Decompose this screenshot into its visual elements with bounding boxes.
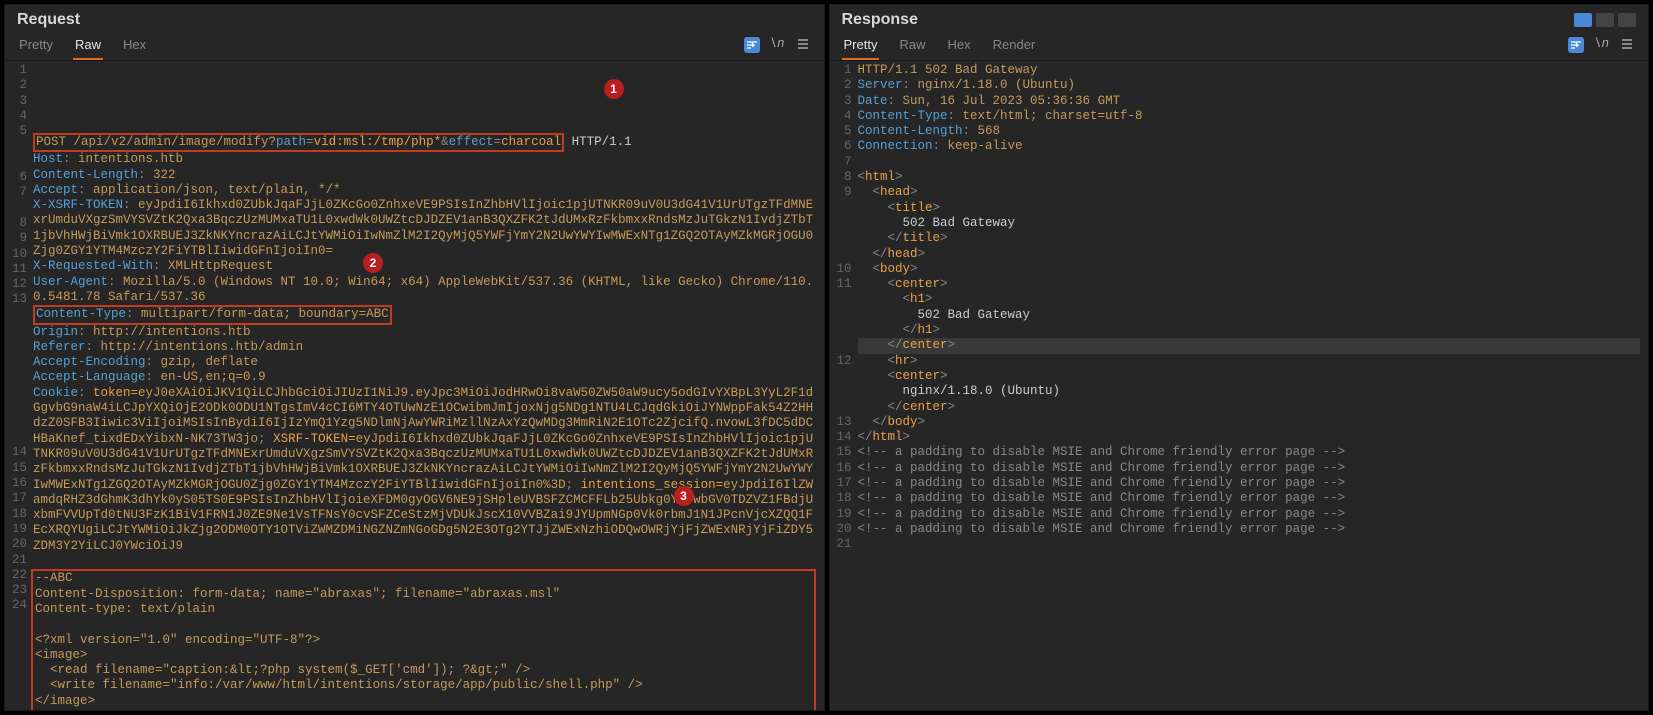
annotation-badge-2: 2 — [363, 253, 383, 273]
response-panel: Response Pretty Raw Hex Render \n 123456789… — [829, 4, 1650, 711]
response-tools: \n — [1568, 37, 1636, 57]
request-gutter: 123456789101112131415161718192021222324 — [5, 61, 33, 710]
request-code[interactable]: 1 2 3 POST /api/v2/admin/image/modify?pa… — [33, 61, 824, 710]
request-panel: Request Pretty Raw Hex \n 1234567891011121… — [4, 4, 825, 711]
app-root: Request Pretty Raw Hex \n 1234567891011121… — [0, 0, 1653, 715]
annotation-badge-1: 1 — [604, 79, 624, 99]
tab-raw[interactable]: Raw — [897, 33, 927, 60]
menu-icon[interactable] — [1620, 37, 1636, 53]
request-tab-list: Pretty Raw Hex — [17, 33, 148, 60]
menu-icon[interactable] — [796, 37, 812, 53]
layout-rows-icon[interactable] — [1596, 13, 1614, 27]
request-header: Request — [5, 5, 824, 29]
response-title: Response — [842, 11, 918, 29]
response-code[interactable]: HTTP/1.1 502 Bad GatewayServer: nginx/1.… — [858, 61, 1649, 710]
wrap-icon[interactable] — [1568, 37, 1584, 53]
annotation-badge-3: 3 — [674, 486, 694, 506]
request-title: Request — [17, 11, 80, 29]
response-header: Response — [830, 5, 1649, 29]
tab-hex[interactable]: Hex — [121, 33, 148, 60]
tab-render[interactable]: Render — [991, 33, 1038, 60]
tab-hex[interactable]: Hex — [945, 33, 972, 60]
request-editor[interactable]: 123456789101112131415161718192021222324 … — [5, 61, 824, 710]
tab-pretty[interactable]: Pretty — [17, 33, 55, 60]
response-editor[interactable]: 123456789101112131415161718192021 HTTP/1… — [830, 61, 1649, 710]
response-tabs: Pretty Raw Hex Render \n — [830, 29, 1649, 61]
request-tabs: Pretty Raw Hex \n — [5, 29, 824, 61]
request-tools: \n — [744, 37, 812, 57]
layout-columns-icon[interactable] — [1574, 13, 1592, 27]
tab-raw[interactable]: Raw — [73, 33, 103, 60]
newline-icon[interactable]: \n — [770, 37, 786, 53]
tab-pretty[interactable]: Pretty — [842, 33, 880, 60]
wrap-icon[interactable] — [744, 37, 760, 53]
response-tab-list: Pretty Raw Hex Render — [842, 33, 1038, 60]
layout-switcher — [1574, 13, 1636, 27]
layout-combined-icon[interactable] — [1618, 13, 1636, 27]
response-gutter: 123456789101112131415161718192021 — [830, 61, 858, 710]
newline-icon[interactable]: \n — [1594, 37, 1610, 53]
